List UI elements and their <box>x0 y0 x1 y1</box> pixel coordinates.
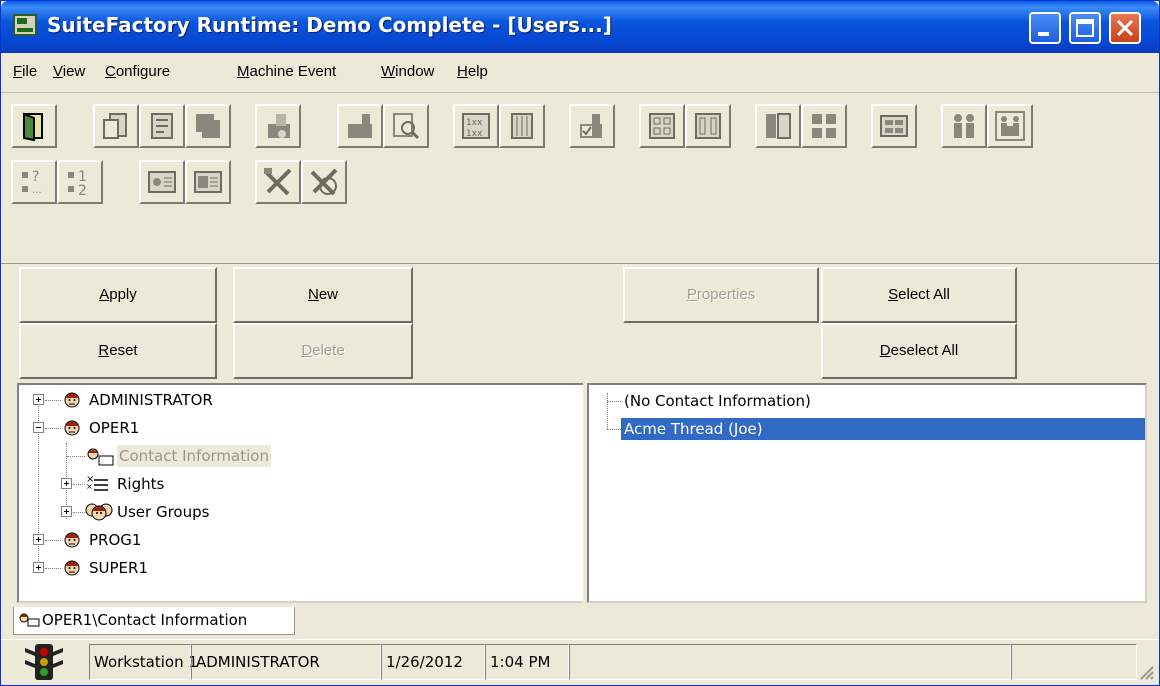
application-window: SuiteFactory Runtime: Demo Complete - [U… <box>0 0 1160 686</box>
toolbar: 1xx 1xx ?... 1 2 <box>1 94 1159 264</box>
close-button[interactable] <box>1109 12 1141 44</box>
contact-card-icon <box>19 613 40 627</box>
menu-configure[interactable]: Configure <box>105 63 170 80</box>
numbered-list-icon[interactable]: 12 <box>57 160 103 204</box>
tree-node-label: OPER1 <box>89 419 140 437</box>
tree-node-label: SUPER1 <box>89 559 148 577</box>
deselect-all-button[interactable]: Deselect All <box>821 323 1017 379</box>
grid-xx-icon[interactable]: 1xx 1xx <box>453 104 499 148</box>
list-icon[interactable] <box>499 104 545 148</box>
status-bar: Workstation 1 ADMINISTRATOR 1/26/2012 1:… <box>1 639 1159 685</box>
tree-node-administrator[interactable]: ADMINISTRATOR <box>19 389 579 411</box>
tree-node-label: Rights <box>117 475 165 493</box>
rights-icon: ×× <box>86 474 108 491</box>
properties-button[interactable]: Properties <box>623 267 819 323</box>
status-extra-cell <box>1011 644 1137 680</box>
panel-icon[interactable] <box>755 104 801 148</box>
card-alt-icon[interactable] <box>185 160 231 204</box>
list-item-selected[interactable]: Acme Thread (Joe) <box>621 418 1145 440</box>
path-tab-label: OPER1\Contact Information <box>42 611 248 629</box>
contact-list[interactable]: (No Contact Information) Acme Thread (Jo… <box>587 383 1147 603</box>
copy-document-icon[interactable] <box>93 104 139 148</box>
menu-machine-event[interactable]: Machine Event <box>237 63 336 80</box>
stack-document-icon[interactable] <box>185 104 231 148</box>
machine-edit-icon[interactable] <box>255 104 301 148</box>
svg-text:×: × <box>86 482 93 491</box>
tree-node-prog1[interactable]: PROG1 <box>19 529 579 551</box>
tree-node-label: ADMINISTRATOR <box>89 391 213 409</box>
svg-text:2: 2 <box>78 183 87 198</box>
status-user: ADMINISTRATOR <box>191 644 381 680</box>
menu-help[interactable]: Help <box>457 63 488 80</box>
card-icon[interactable] <box>139 160 185 204</box>
action-button-panel: Apply New Properties Select All Reset De… <box>1 267 1159 379</box>
user-icon <box>64 420 80 436</box>
tools-icon[interactable] <box>255 160 301 204</box>
contact-card-icon <box>87 448 114 466</box>
expand-icon[interactable] <box>33 534 44 545</box>
traffic-light-icon <box>25 644 63 680</box>
apply-button[interactable]: Apply <box>19 267 217 323</box>
status-empty-cell <box>569 644 1011 680</box>
tree-node-label: Contact Information <box>117 445 271 467</box>
paste-document-icon[interactable] <box>139 104 185 148</box>
machine-check-icon[interactable] <box>569 104 615 148</box>
tree-node-label: User Groups <box>117 503 210 521</box>
svg-text:1xx: 1xx <box>466 118 483 128</box>
tree-node-label: PROG1 <box>89 531 142 549</box>
svg-text:1xx: 1xx <box>466 129 483 139</box>
app-icon[interactable] <box>13 14 37 36</box>
expand-icon[interactable] <box>33 562 44 573</box>
title-bar[interactable]: SuiteFactory Runtime: Demo Complete - [U… <box>1 1 1159 53</box>
menu-file[interactable]: File <box>13 63 37 80</box>
resize-grip-icon[interactable] <box>1137 663 1155 681</box>
window-title: SuiteFactory Runtime: Demo Complete - [U… <box>47 13 612 37</box>
grid-6-icon[interactable] <box>685 104 731 148</box>
tree-node-contact-information[interactable]: Contact Information <box>19 445 579 467</box>
user-icon <box>64 392 80 408</box>
minimize-button[interactable] <box>1029 12 1061 44</box>
expand-icon[interactable] <box>61 506 72 517</box>
svg-text:?: ? <box>32 169 39 185</box>
users-pair-icon[interactable] <box>941 104 987 148</box>
collapse-icon[interactable] <box>33 422 44 433</box>
svg-text:...: ... <box>32 185 42 196</box>
new-button[interactable]: New <box>233 267 413 323</box>
tree-node-super1[interactable]: SUPER1 <box>19 557 579 579</box>
machine-icon[interactable] <box>337 104 383 148</box>
maximize-button[interactable] <box>1069 12 1101 44</box>
panel-stack-icon[interactable] <box>871 104 917 148</box>
exit-door-icon[interactable] <box>11 104 57 148</box>
select-all-button[interactable]: Select All <box>821 267 1017 323</box>
tools-cancel-icon[interactable] <box>301 160 347 204</box>
user-group-icon <box>85 503 113 521</box>
grid-8-icon[interactable] <box>639 104 685 148</box>
delete-button[interactable]: Delete <box>233 323 413 379</box>
status-date: 1/26/2012 <box>381 644 485 680</box>
menu-window[interactable]: Window <box>381 63 434 80</box>
help-grid-icon[interactable]: ?... <box>11 160 57 204</box>
panel-tiles-icon[interactable] <box>801 104 847 148</box>
path-tab[interactable]: OPER1\Contact Information <box>13 607 295 635</box>
tree-node-oper1[interactable]: OPER1 <box>19 417 579 439</box>
status-workstation: Workstation 1 <box>89 644 198 680</box>
reset-button[interactable]: Reset <box>19 323 217 379</box>
list-guide-line <box>607 393 608 429</box>
menu-bar: File View Configure Machine Event Window… <box>1 53 1159 93</box>
expand-icon[interactable] <box>33 394 44 405</box>
user-icon <box>64 532 80 548</box>
tree-node-user-groups[interactable]: User Groups <box>19 501 579 523</box>
find-icon[interactable] <box>383 104 429 148</box>
user-icon <box>64 560 80 576</box>
menu-view[interactable]: View <box>53 63 85 80</box>
expand-icon[interactable] <box>61 478 72 489</box>
users-group-icon[interactable] <box>987 104 1033 148</box>
tree-node-rights[interactable]: × × Rights <box>19 473 579 495</box>
status-time: 1:04 PM <box>485 644 569 680</box>
list-item[interactable]: (No Contact Information) <box>621 390 814 412</box>
user-tree[interactable]: ADMINISTRATOR OPER1 Contact Information … <box>17 383 585 603</box>
